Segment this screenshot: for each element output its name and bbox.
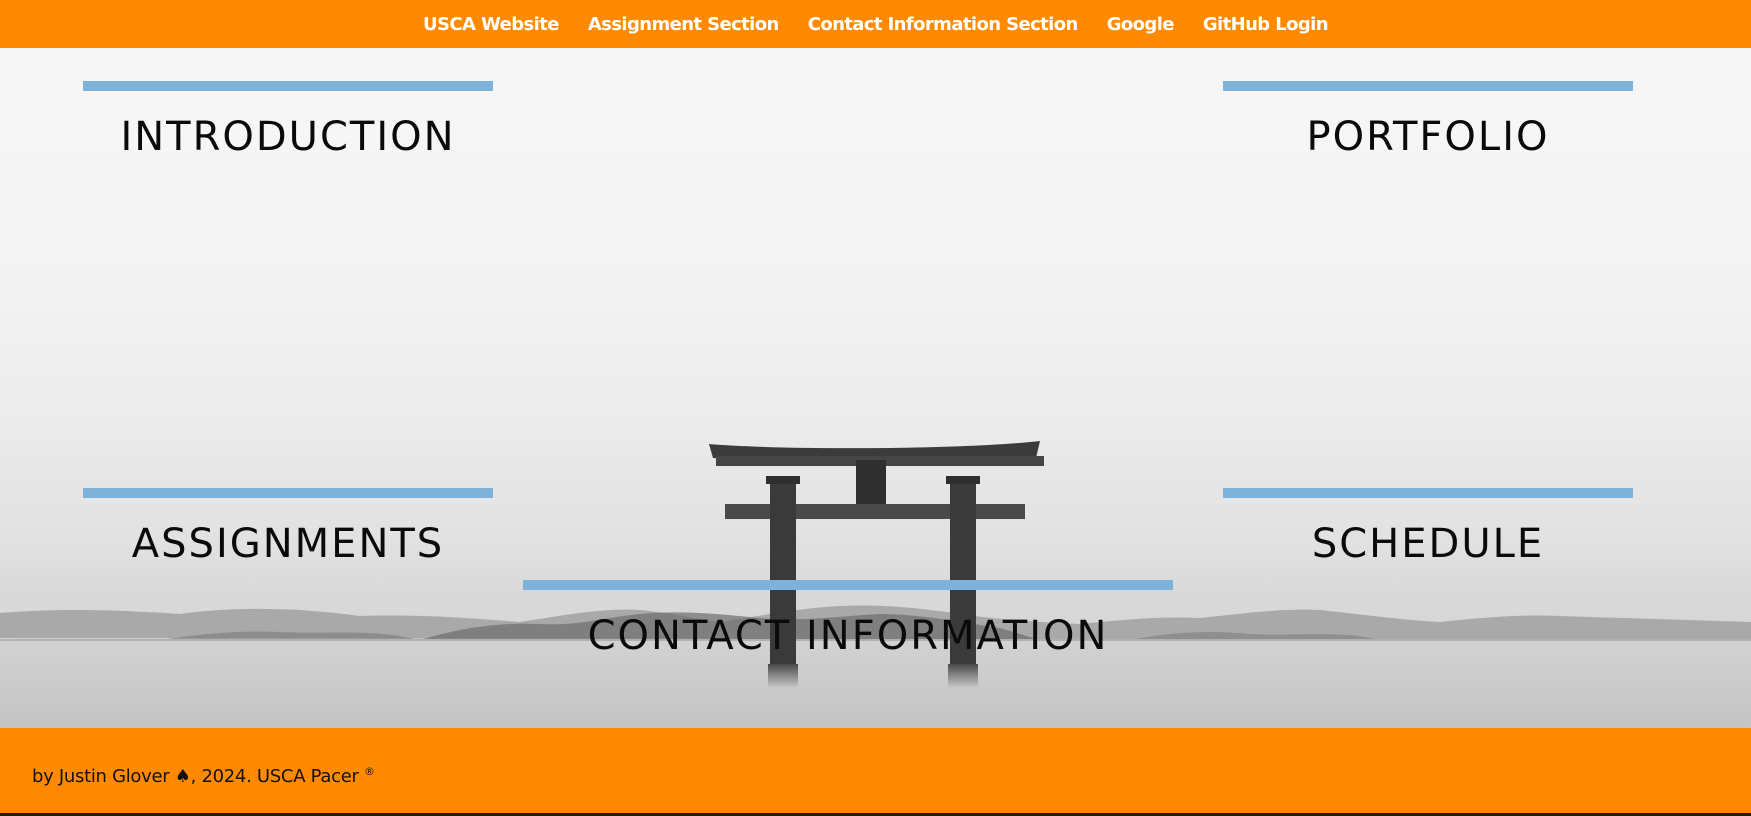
section-title-portfolio: PORTFOLIO bbox=[1306, 114, 1550, 160]
section-introduction[interactable]: INTRODUCTION bbox=[83, 81, 493, 161]
nav-link-github-login[interactable]: GitHub Login bbox=[1203, 14, 1329, 35]
accent-bar bbox=[83, 81, 493, 91]
section-portfolio[interactable]: PORTFOLIO bbox=[1223, 81, 1633, 161]
footer-credit: by Justin Glover ♠, 2024. USCA Pacer ® bbox=[32, 765, 375, 787]
footer: by Justin Glover ♠, 2024. USCA Pacer ® bbox=[0, 728, 1751, 813]
section-assignments[interactable]: ASSIGNMENTS bbox=[83, 488, 493, 568]
registered-mark: ® bbox=[364, 764, 375, 778]
nav-link-assignment-section[interactable]: Assignment Section bbox=[588, 14, 779, 35]
section-title-contact-information: CONTACT INFORMATION bbox=[587, 613, 1109, 659]
nav-link-google[interactable]: Google bbox=[1107, 14, 1175, 35]
page: USCA Website Assignment Section Contact … bbox=[0, 0, 1751, 816]
footer-credit-text: by Justin Glover ♠, 2024. USCA Pacer bbox=[32, 765, 359, 787]
accent-bar bbox=[523, 580, 1173, 590]
section-title-introduction: INTRODUCTION bbox=[120, 114, 456, 160]
section-title-schedule: SCHEDULE bbox=[1311, 521, 1545, 567]
hero-background: INTRODUCTION PORTFOLIO ASSIGNMENTS SCHED… bbox=[0, 48, 1751, 728]
section-title-assignments: ASSIGNMENTS bbox=[131, 521, 445, 567]
accent-bar bbox=[1223, 488, 1633, 498]
nav-link-contact-information-section[interactable]: Contact Information Section bbox=[808, 14, 1079, 35]
nav-link-usca-website[interactable]: USCA Website bbox=[423, 14, 559, 35]
section-contact-information[interactable]: CONTACT INFORMATION bbox=[523, 580, 1173, 660]
top-nav: USCA Website Assignment Section Contact … bbox=[0, 0, 1751, 48]
accent-bar bbox=[1223, 81, 1633, 91]
accent-bar bbox=[83, 488, 493, 498]
section-schedule[interactable]: SCHEDULE bbox=[1223, 488, 1633, 568]
